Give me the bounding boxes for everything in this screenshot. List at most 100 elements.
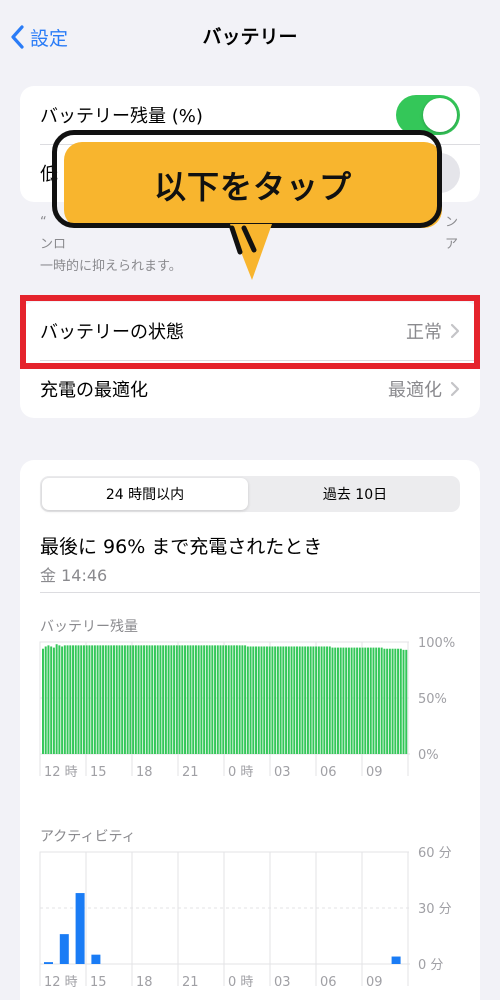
data-bar [238,645,241,754]
charging-optimization-label: 充電の最適化 [40,380,148,401]
data-bar [104,645,107,754]
data-bar [123,645,126,754]
x-tick-label: 18 [136,975,153,990]
data-bar [200,645,203,754]
data-bar [42,648,44,754]
data-bar [211,645,214,754]
battery-percentage-label: バッテリー残量 (%) [40,106,203,127]
data-bar [282,646,285,754]
data-bar [255,646,258,754]
tab-10-days[interactable]: 過去 10日 [252,478,458,510]
data-bar [186,645,189,754]
data-bar [260,646,263,754]
data-bar [386,648,389,754]
data-bar [293,646,296,754]
battery-level-chart: 100% 50% 0% 12 時 15 18 21 0 時 03 06 09 [39,636,455,780]
callout-text: 以下をタップ [153,168,352,206]
data-bar [274,646,277,754]
footnote-line3: 一時的に抑えられます。 [40,259,182,274]
data-bar [137,645,140,754]
y-tick-label: 0% [418,748,439,763]
data-bar [276,646,279,754]
battery-usage-card: 24 時間以内 過去 10日 最後に 96% まで充電されたとき 金 14:46… [20,460,480,1000]
data-bar [405,649,408,754]
footnote-line1-end: ン [444,215,458,230]
tap-here-callout: 以下をタップ [52,130,442,280]
data-bar [143,645,146,754]
data-bar [372,647,375,754]
data-bar [47,645,50,754]
x-tick-label: 03 [274,765,291,780]
data-bar [55,644,58,754]
data-bar [184,645,186,754]
data-bar [312,646,315,754]
data-bar [315,646,318,754]
data-bar [402,649,405,754]
data-bar [156,645,159,754]
data-bar [353,647,356,754]
data-bar [91,645,94,754]
data-bar [279,646,282,754]
data-bar [364,647,367,754]
data-bar [96,645,99,754]
data-bar [388,648,391,754]
data-bar [222,645,225,754]
data-bar [50,646,53,754]
data-bar [63,645,66,754]
data-bar [134,645,137,754]
data-bar [151,645,154,754]
data-bar [301,646,304,754]
data-bar [391,956,401,964]
data-bar [317,646,320,754]
x-tick-label: 09 [366,975,383,990]
data-bar [102,645,105,754]
toggle-knob [423,98,457,132]
data-bar [257,646,260,754]
data-bar [140,645,143,754]
data-bar [189,645,192,754]
data-bar [216,645,219,754]
data-bar [44,646,47,754]
time-range-segmented-control: 24 時間以内 過去 10日 [40,476,460,512]
data-bar [219,645,222,754]
data-bar [205,645,208,754]
data-bar [82,645,85,754]
footnote-line1: “ [40,215,47,230]
x-tick-label: 21 [182,765,199,780]
data-bar [225,645,227,754]
section-divider [40,592,480,593]
data-bar [241,645,244,754]
x-tick-label: 0 時 [228,765,253,780]
data-bar [132,645,135,754]
x-tick-label: 06 [320,765,337,780]
data-bar [361,647,364,754]
data-bar [290,646,293,754]
x-tick-label: 18 [136,765,153,780]
data-bar [235,645,238,754]
data-bar [145,645,148,754]
data-bar [107,645,110,754]
data-bar [214,645,217,754]
data-bar [377,647,380,754]
data-bar [334,647,337,754]
data-bar [66,645,69,754]
x-tick-label: 21 [182,975,199,990]
data-bar [263,646,266,754]
x-tick-label: 15 [90,975,107,990]
data-bar [110,645,113,754]
data-bar [394,648,397,754]
data-bar [328,646,331,754]
data-bar [74,645,77,754]
data-bar [126,645,129,754]
data-bar [69,645,72,754]
last-charge-time: 金 14:46 [40,566,108,585]
data-bar [118,645,121,754]
data-bar [88,645,91,754]
data-bar [287,646,290,754]
data-bar [99,645,102,754]
data-bar [244,645,247,754]
data-bar [167,645,170,754]
battery-percentage-toggle[interactable] [396,95,460,135]
tab-24-hours[interactable]: 24 時間以内 [42,478,248,510]
data-bar [115,645,118,754]
